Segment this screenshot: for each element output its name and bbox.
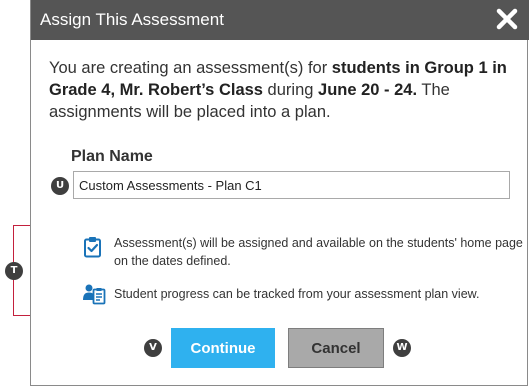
dialog-titlebar: Assign This Assessment bbox=[31, 0, 529, 40]
annotation-marker-t: T bbox=[5, 262, 23, 280]
dialog-intro: You are creating an assessment(s) for st… bbox=[49, 57, 509, 123]
intro-text-1: You are creating an assessment(s) for bbox=[49, 59, 332, 77]
student-progress-icon bbox=[83, 283, 107, 310]
intro-dates: June 20 - 24. bbox=[318, 81, 418, 99]
continue-button[interactable]: Continue bbox=[171, 328, 275, 368]
info-item-assigned: Assessment(s) will be assigned and avail… bbox=[83, 234, 523, 274]
cancel-button[interactable]: Cancel bbox=[288, 328, 384, 368]
info-text-progress: Student progress can be tracked from you… bbox=[114, 287, 480, 301]
assign-assessment-dialog: Assign This Assessment You are creating … bbox=[30, 0, 529, 386]
annotation-marker-w: W bbox=[393, 339, 411, 357]
plan-name-label: Plan Name bbox=[71, 148, 153, 165]
dialog-title: Assign This Assessment bbox=[40, 10, 224, 29]
info-text-assigned: Assessment(s) will be assigned and avail… bbox=[114, 236, 523, 268]
intro-text-2: during bbox=[262, 81, 319, 99]
close-button[interactable] bbox=[493, 5, 521, 33]
clipboard-check-icon bbox=[83, 236, 103, 263]
annotation-marker-u: U bbox=[51, 177, 69, 195]
plan-name-input[interactable] bbox=[73, 171, 510, 199]
close-icon bbox=[496, 8, 518, 30]
annotation-marker-v: V bbox=[144, 339, 162, 357]
info-item-progress: Student progress can be tracked from you… bbox=[83, 283, 523, 310]
